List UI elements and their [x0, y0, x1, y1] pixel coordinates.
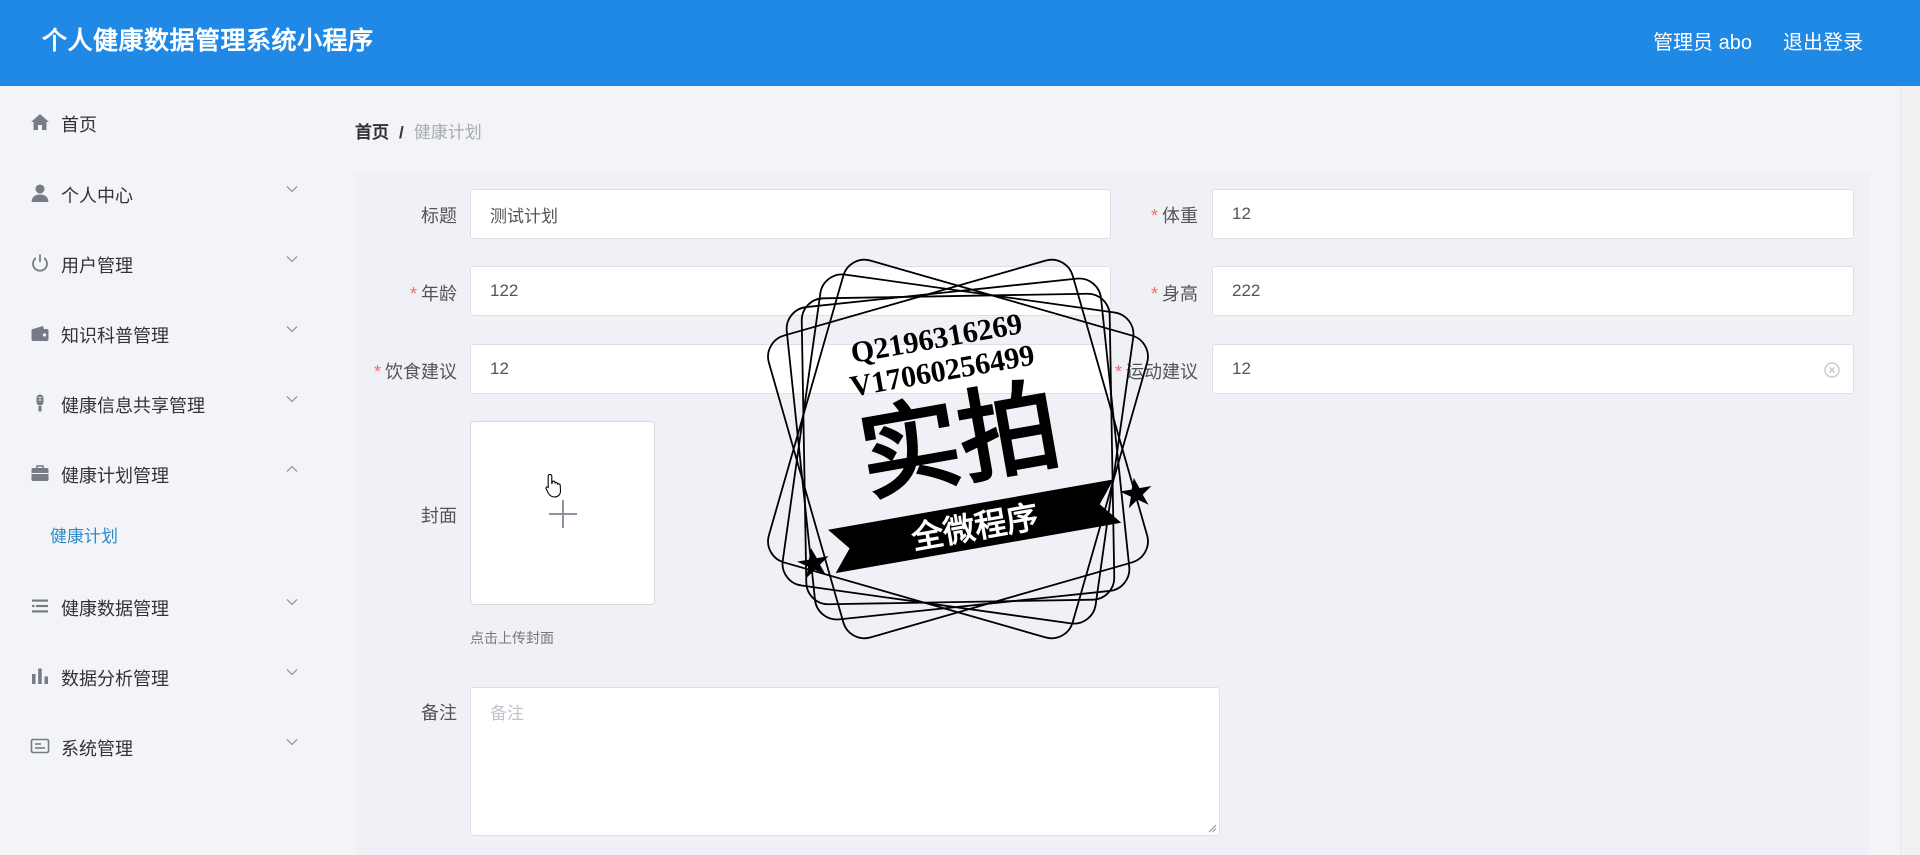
- chevron-up-icon: [286, 465, 298, 472]
- sidebar-item-system-management[interactable]: 系统管理: [0, 721, 320, 771]
- title-label: 标题: [421, 206, 457, 226]
- briefcase-icon: [31, 465, 49, 481]
- current-user-label: 管理员 abo: [1653, 32, 1752, 54]
- sidebar-item-user-management[interactable]: 用户管理: [0, 238, 320, 288]
- resize-handle-icon[interactable]: [1207, 823, 1217, 833]
- sidebar-item-personal-center[interactable]: 个人中心: [0, 168, 320, 218]
- chevron-down-icon: [286, 256, 298, 263]
- sidebar-item-health-data-management[interactable]: 健康数据管理: [0, 581, 320, 631]
- sidebar-item-label: 健康信息共享管理: [61, 396, 205, 416]
- chevron-down-icon: [286, 669, 298, 676]
- sidebar-item-label: 系统管理: [61, 739, 133, 759]
- app-title: 个人健康数据管理系统小程序: [42, 27, 374, 55]
- weight-input[interactable]: [1213, 190, 1853, 238]
- age-label: * 年龄: [409, 284, 457, 304]
- sidebar-subitem-health-plan[interactable]: 健康计划: [0, 511, 320, 555]
- sidebar-menu: 首页 个人中心 用户管理 知识科普管理 健康信息共享管理 健康计划管理 健康计划…: [0, 86, 320, 855]
- sidebar-item-data-analysis-management[interactable]: 数据分析管理: [0, 651, 320, 701]
- bar-chart-icon: [32, 668, 48, 684]
- watermark-stamp: Q2196316269 V17060256499 实拍 全微程序: [767, 258, 1152, 640]
- sidebar-item-label: 首页: [61, 115, 97, 135]
- sidebar-item-knowledge-management[interactable]: 知识科普管理: [0, 308, 320, 358]
- cover-upload-button[interactable]: [470, 421, 655, 605]
- sidebar-item-health-info-sharing[interactable]: 健康信息共享管理: [0, 378, 320, 428]
- chevron-down-icon: [286, 186, 298, 193]
- clear-icon[interactable]: [1823, 361, 1841, 379]
- weight-field[interactable]: [1212, 189, 1854, 239]
- cover-label: 封面: [421, 506, 457, 526]
- sidebar-item-health-plan-management[interactable]: 健康计划管理: [0, 448, 320, 498]
- sidebar-item-label: 知识科普管理: [61, 326, 169, 346]
- chevron-down-icon: [286, 326, 298, 333]
- top-header: 个人健康数据管理系统小程序 管理员 abo 退出登录: [0, 0, 1920, 86]
- required-mark: *: [373, 362, 381, 382]
- hand-cursor-icon: [545, 473, 562, 498]
- plus-icon: [549, 500, 577, 528]
- upload-hint: 点击上传封面: [470, 630, 554, 646]
- page-scrollbar[interactable]: [1900, 86, 1920, 855]
- required-mark: *: [409, 284, 417, 304]
- sidebar-subitem-label: 健康计划: [50, 527, 118, 546]
- id-card-icon: [30, 738, 50, 754]
- user-icon: [31, 184, 49, 202]
- required-mark: *: [1150, 206, 1158, 226]
- sidebar-item-home[interactable]: 首页: [0, 97, 320, 147]
- microphone-icon: [36, 394, 44, 412]
- breadcrumb-current: 健康计划: [413, 123, 482, 142]
- sidebar-item-label: 个人中心: [61, 186, 133, 206]
- home-icon: [31, 114, 49, 130]
- chevron-down-icon: [286, 739, 298, 746]
- exercise-advice-field[interactable]: [1212, 344, 1854, 394]
- chevron-down-icon: [286, 599, 298, 606]
- breadcrumb: 首页 / 健康计划: [355, 118, 482, 143]
- breadcrumb-home[interactable]: 首页: [355, 123, 389, 142]
- sidebar-item-label: 用户管理: [61, 256, 133, 276]
- logout-button[interactable]: 退出登录: [1783, 26, 1863, 55]
- breadcrumb-separator: /: [399, 123, 404, 142]
- sidebar-item-label: 数据分析管理: [61, 669, 169, 689]
- height-field[interactable]: [1212, 266, 1854, 316]
- exercise-advice-input[interactable]: [1213, 345, 1853, 393]
- title-field[interactable]: [470, 189, 1111, 239]
- remark-field[interactable]: [470, 687, 1220, 836]
- remark-label: 备注: [421, 703, 457, 723]
- weight-label: * 体重: [1150, 206, 1198, 226]
- list-icon: [32, 599, 48, 613]
- remark-textarea[interactable]: [471, 688, 1219, 835]
- sidebar-item-label: 健康数据管理: [61, 599, 169, 619]
- power-icon: [32, 254, 48, 272]
- wallet-icon: [31, 326, 49, 341]
- title-input[interactable]: [471, 190, 1110, 238]
- chevron-down-icon: [286, 396, 298, 403]
- height-input[interactable]: [1213, 267, 1853, 315]
- sidebar-item-label: 健康计划管理: [61, 466, 169, 486]
- diet-advice-label: * 饮食建议: [373, 362, 457, 382]
